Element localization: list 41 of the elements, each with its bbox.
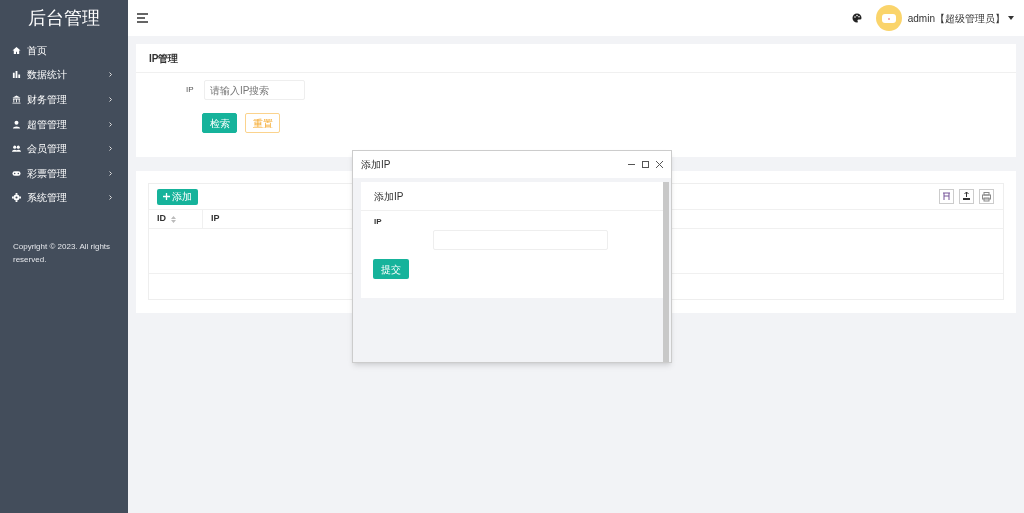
scrollbar[interactable] xyxy=(663,182,669,362)
bar-chart-icon xyxy=(12,70,21,80)
minimize-icon[interactable] xyxy=(628,161,635,168)
sidebar-item[interactable]: 数据统计 xyxy=(0,62,128,88)
field-label: IP xyxy=(373,216,383,228)
chevron-icon xyxy=(109,170,112,176)
sidebar-item[interactable]: 首页 xyxy=(0,38,128,63)
column-header: IP xyxy=(211,212,220,226)
users-icon xyxy=(12,144,21,154)
sidebar-item[interactable]: 超管管理 xyxy=(0,111,128,137)
user-icon xyxy=(12,119,21,129)
field-label: IP xyxy=(186,84,195,96)
gamepad-icon xyxy=(12,168,21,178)
home-icon xyxy=(12,45,21,55)
sidebar-item[interactable]: 财务管理 xyxy=(0,87,128,112)
logo-text: 后台管理 xyxy=(27,6,101,30)
user-name[interactable]: admin【超级管理员】 xyxy=(907,10,1005,26)
gear-icon xyxy=(12,193,21,203)
chevron-icon xyxy=(109,121,112,127)
close-icon[interactable] xyxy=(656,161,663,168)
palette-icon[interactable] xyxy=(851,13,862,23)
plus-icon xyxy=(163,193,170,200)
dialog-title: 添加IP xyxy=(361,158,391,172)
form-heading: 添加IP xyxy=(361,182,663,211)
column-header[interactable]: ID xyxy=(157,212,166,226)
menu-icon[interactable] xyxy=(137,13,149,23)
caret-icon[interactable] xyxy=(1008,16,1014,20)
copyright-text: Copyright © 2023. All rights reserved. xyxy=(12,241,112,267)
sidebar-item[interactable]: 系统管理 xyxy=(0,185,128,211)
maximize-icon[interactable] xyxy=(642,161,649,168)
chevron-icon xyxy=(109,195,112,201)
chevron-icon xyxy=(109,146,112,152)
sidebar-item[interactable]: 彩票管理 xyxy=(0,160,128,186)
export-icon[interactable] xyxy=(959,189,974,204)
chevron-icon xyxy=(109,97,112,102)
bank-icon xyxy=(12,95,21,104)
search-field[interactable]: 请输入IP搜索 xyxy=(204,80,305,100)
sidebar-item[interactable]: 会员管理 xyxy=(0,136,128,161)
panel-title: IP管理 xyxy=(136,44,1016,73)
chevron-icon xyxy=(109,72,112,78)
print-icon[interactable] xyxy=(979,189,994,204)
